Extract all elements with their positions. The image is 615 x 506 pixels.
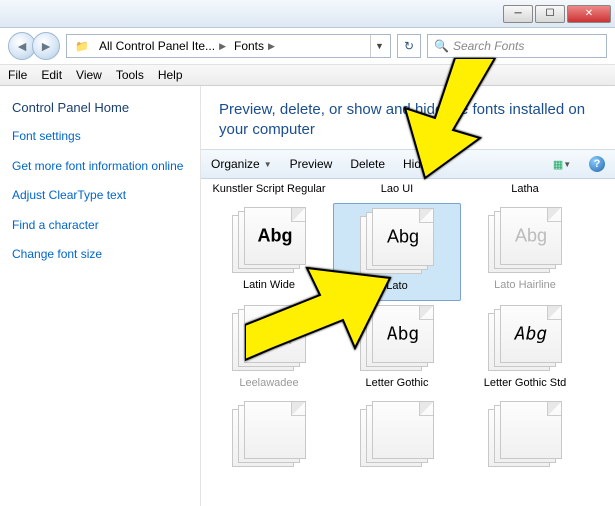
font-label: Letter Gothic Std — [463, 377, 587, 389]
font-item[interactable] — [205, 397, 333, 481]
font-icon — [486, 401, 564, 469]
sidebar-link-find-char[interactable]: Find a character — [12, 218, 188, 234]
help-icon[interactable]: ? — [589, 156, 605, 172]
forward-button[interactable]: ► — [32, 32, 60, 60]
font-label: Lato Hairline — [463, 279, 587, 291]
menu-tools[interactable]: Tools — [116, 68, 144, 82]
font-icon: Abg — [358, 208, 436, 276]
address-bar[interactable]: 📁 All Control Panel Ite...▶ Fonts▶ ▼ — [66, 34, 391, 58]
search-placeholder: Search Fonts — [453, 39, 524, 53]
close-button[interactable]: ✕ — [567, 5, 611, 23]
sidebar-header: Control Panel Home — [12, 100, 188, 115]
font-item-letter-gothic[interactable]: Abg Letter Gothic — [333, 301, 461, 397]
sidebar-link-cleartype[interactable]: Adjust ClearType text — [12, 188, 188, 204]
sidebar-link-change-size[interactable]: Change font size — [12, 247, 188, 263]
font-icon: Abg — [230, 207, 308, 275]
font-item-latin-wide[interactable]: Abg Latin Wide — [205, 203, 333, 301]
font-icon — [358, 401, 436, 469]
nav-row: ◄ ► 📁 All Control Panel Ite...▶ Fonts▶ ▼… — [0, 28, 615, 64]
font-item[interactable]: Latha — [461, 179, 589, 203]
font-icon: Abg — [486, 305, 564, 373]
titlebar: ─ ☐ ✕ — [0, 0, 615, 28]
font-item-lato-hairline[interactable]: Abg Lato Hairline — [461, 203, 589, 301]
font-item[interactable] — [461, 397, 589, 481]
font-label: Kunstler Script Regular — [207, 183, 331, 195]
font-label: Latin Wide — [207, 279, 331, 291]
menu-view[interactable]: View — [76, 68, 102, 82]
menu-edit[interactable]: Edit — [41, 68, 62, 82]
view-options-button[interactable]: ▦ ▼ — [553, 155, 571, 173]
organize-button[interactable]: Organize▼ — [211, 157, 272, 171]
breadcrumb-segment[interactable]: All Control Panel Ite...▶ — [95, 39, 230, 53]
minimize-button[interactable]: ─ — [503, 5, 533, 23]
font-item[interactable] — [333, 397, 461, 481]
font-label: Latha — [463, 183, 587, 195]
sidebar-link-more-info[interactable]: Get more font information online — [12, 159, 188, 175]
font-icon: Abg — [358, 305, 436, 373]
font-icon — [230, 401, 308, 469]
breadcrumb-segment[interactable]: Fonts▶ — [230, 39, 279, 53]
folder-icon: 📁 — [73, 37, 91, 55]
font-item-lato[interactable]: Abg Lato — [333, 203, 461, 301]
search-icon: 🔍 — [434, 39, 449, 53]
font-item-letter-gothic-std[interactable]: Abg Letter Gothic Std — [461, 301, 589, 397]
search-input[interactable]: 🔍 Search Fonts — [427, 34, 607, 58]
preview-button[interactable]: Preview — [290, 157, 333, 171]
font-icon: กคฎ — [230, 305, 308, 373]
font-label: Letter Gothic — [335, 377, 459, 389]
address-dropdown[interactable]: ▼ — [370, 35, 388, 57]
refresh-button[interactable]: ↻ — [397, 34, 421, 58]
font-item-leelawadee[interactable]: กคฎ Leelawadee — [205, 301, 333, 397]
font-item[interactable]: Kunstler Script Regular — [205, 179, 333, 203]
content-pane: Preview, delete, or show and hide the fo… — [200, 86, 615, 506]
font-item[interactable]: Lao UI — [333, 179, 461, 203]
maximize-button[interactable]: ☐ — [535, 5, 565, 23]
toolbar: Organize▼ Preview Delete Hide ▦ ▼ ? — [201, 149, 615, 179]
font-grid: Kunstler Script Regular Lao UI Latha Abg — [201, 179, 615, 506]
menu-file[interactable]: File — [8, 68, 27, 82]
menu-bar: File Edit View Tools Help — [0, 64, 615, 86]
menu-help[interactable]: Help — [158, 68, 183, 82]
font-label: Lao UI — [335, 183, 459, 195]
page-title: Preview, delete, or show and hide the fo… — [201, 86, 615, 149]
sidebar: Control Panel Home Font settings Get mor… — [0, 86, 200, 506]
hide-button[interactable]: Hide — [403, 157, 428, 171]
font-label: Lato — [336, 280, 458, 292]
font-icon: Abg — [486, 207, 564, 275]
font-label: Leelawadee — [207, 377, 331, 389]
sidebar-link-font-settings[interactable]: Font settings — [12, 129, 188, 145]
delete-button[interactable]: Delete — [350, 157, 385, 171]
